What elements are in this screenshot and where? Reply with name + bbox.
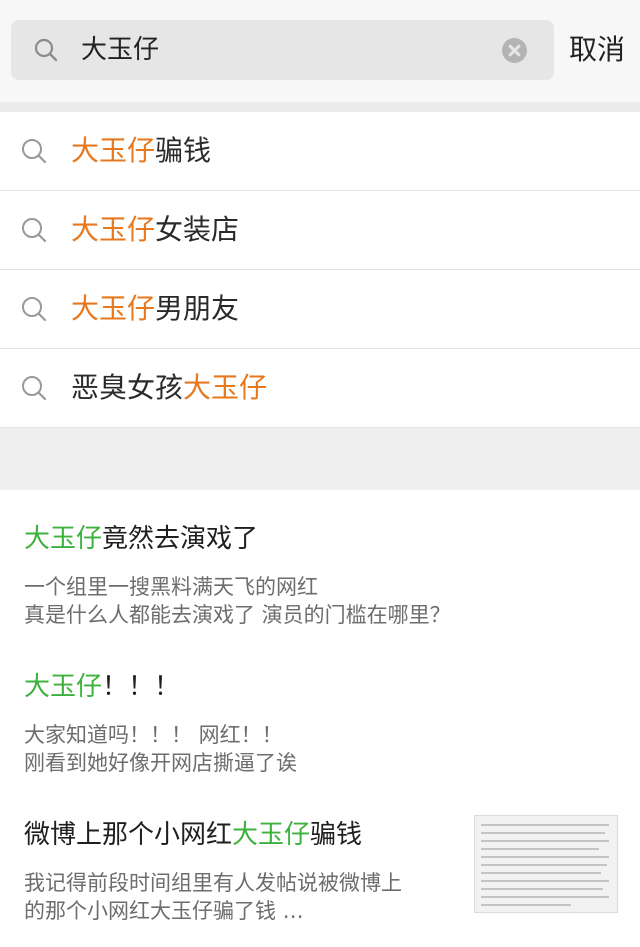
- result-item[interactable]: 微博上那个小网红大玉仔骗钱 我记得前段时间组里有人发帖说被微博上 的那个小网红大…: [24, 814, 464, 925]
- search-icon: [20, 216, 48, 248]
- suggestion-label: 大玉仔女装店: [71, 213, 240, 246]
- search-icon: [20, 374, 48, 406]
- suggestion-label: 大玉仔骗钱: [71, 134, 212, 167]
- search-input[interactable]: 大玉仔: [11, 20, 554, 80]
- suggestion-item[interactable]: 大玉仔骗钱: [0, 112, 640, 191]
- clear-icon[interactable]: [502, 38, 527, 63]
- result-list: 大玉仔竟然去演戏了 一个组里一搜黑料满天飞的网红 真是什么人都能去演戏了 演员的…: [0, 490, 640, 947]
- result-title: 大玉仔！！！: [24, 672, 181, 702]
- result-desc: 我记得前段时间组里有人发帖说被微博上 的那个小网红大玉仔骗了钱 …: [24, 871, 402, 923]
- result-item[interactable]: 大玉仔竟然去演戏了 一个组里一搜黑料满天飞的网红 真是什么人都能去演戏了 演员的…: [24, 518, 624, 629]
- result-title: 大玉仔竟然去演戏了: [24, 524, 259, 554]
- search-header: 大玉仔 取消: [0, 0, 640, 102]
- search-icon: [33, 37, 59, 67]
- search-icon: [20, 295, 48, 327]
- suggestion-list: 大玉仔骗钱 大玉仔女装店 大玉仔男朋友 恶臭女孩大玉仔: [0, 112, 640, 428]
- cancel-button[interactable]: 取消: [569, 20, 625, 80]
- result-thumbnail[interactable]: [474, 815, 618, 913]
- divider: [0, 102, 640, 112]
- search-query-text[interactable]: 大玉仔: [81, 20, 159, 80]
- suggestion-item[interactable]: 大玉仔男朋友: [0, 270, 640, 349]
- result-title: 微博上那个小网红大玉仔骗钱: [24, 820, 363, 850]
- search-icon: [20, 137, 48, 169]
- suggestion-item[interactable]: 大玉仔女装店: [0, 191, 640, 270]
- section-gap: [0, 428, 640, 490]
- suggestion-label: 恶臭女孩大玉仔: [71, 371, 268, 404]
- suggestion-label: 大玉仔男朋友: [71, 292, 240, 325]
- result-desc: 一个组里一搜黑料满天飞的网红 真是什么人都能去演戏了 演员的门槛在哪里？: [24, 575, 451, 627]
- suggestion-item[interactable]: 恶臭女孩大玉仔: [0, 349, 640, 428]
- result-item[interactable]: 大玉仔！！！ 大家知道吗！！！ 网红！！ 刚看到她好像开网店撕逼了诶: [24, 666, 624, 777]
- result-desc: 大家知道吗！！！ 网红！！ 刚看到她好像开网店撕逼了诶: [24, 723, 297, 775]
